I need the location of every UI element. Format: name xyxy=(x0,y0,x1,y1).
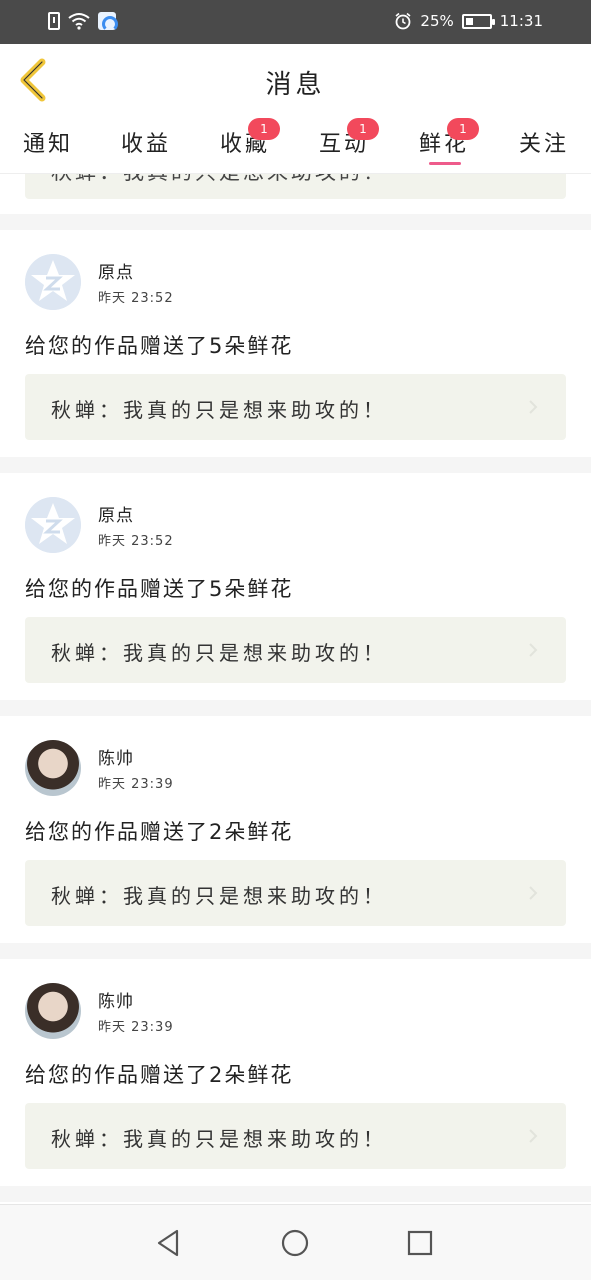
status-right: 25% 11:31 xyxy=(394,12,543,30)
chevron-right-icon xyxy=(529,886,538,900)
tab-bar: 通知 收益 收藏 1 互动 1 鲜花 1 关注 xyxy=(0,116,591,174)
alarm-clock-icon xyxy=(395,12,411,30)
quoted-work[interactable]: 秋蝉：我真的只是想来助攻的！ xyxy=(25,617,566,683)
timestamp: 昨天 23:52 xyxy=(98,291,174,306)
divider xyxy=(0,457,591,473)
quoted-work[interactable]: 秋蝉：我真的只是想来助攻的！ xyxy=(25,374,566,440)
photo-avatar[interactable] xyxy=(25,740,81,796)
timestamp: 昨天 23:52 xyxy=(98,534,174,549)
quoted-text: 秋蝉：我真的只是想来助攻的！ xyxy=(51,398,387,422)
timestamp: 昨天 23:39 xyxy=(98,777,174,792)
unread-badge: 1 xyxy=(248,118,280,140)
timestamp: 昨天 23:39 xyxy=(98,1020,174,1035)
status-bar: 25% 11:31 xyxy=(0,0,591,44)
system-nav-bar xyxy=(0,1204,591,1280)
divider xyxy=(0,700,591,716)
nav-back-icon[interactable] xyxy=(153,1227,185,1259)
sender-name[interactable]: 陈帅 xyxy=(98,987,134,1012)
partial-quote-box[interactable]: 秋蝉：我真的只是想来助攻的！ xyxy=(25,174,566,199)
message-text: 给您的作品赠送了5朵鲜花 xyxy=(25,334,294,358)
sender-name[interactable]: 原点 xyxy=(98,501,134,526)
tab-earnings[interactable]: 收益 xyxy=(111,126,181,174)
default-avatar[interactable] xyxy=(25,254,81,310)
flower-message-card[interactable]: 陈帅 昨天 23:39 给您的作品赠送了2朵鲜花 秋蝉：我真的只是想来助攻的！ xyxy=(0,716,591,943)
tab-label: 关注 xyxy=(518,132,569,157)
message-text: 给您的作品赠送了2朵鲜花 xyxy=(25,820,294,844)
chevron-right-icon xyxy=(529,643,538,657)
header: 消息 xyxy=(0,44,591,116)
sender-name[interactable]: 陈帅 xyxy=(98,744,134,769)
flower-message-card[interactable]: 原点 昨天 23:52 给您的作品赠送了5朵鲜花 秋蝉：我真的只是想来助攻的！ xyxy=(0,473,591,700)
star-avatar-icon xyxy=(25,497,81,553)
chevron-right-icon xyxy=(529,1129,538,1143)
unread-badge: 1 xyxy=(347,118,379,140)
tab-follows[interactable]: 关注 xyxy=(509,126,579,174)
star-avatar-icon xyxy=(25,254,81,310)
tab-label: 收益 xyxy=(120,132,171,157)
tab-label: 通知 xyxy=(22,132,73,157)
flower-message-card[interactable]: 陈帅 昨天 23:39 给您的作品赠送了2朵鲜花 秋蝉：我真的只是想来助攻的！ xyxy=(0,959,591,1186)
message-list[interactable]: 秋蝉：我真的只是想来助攻的！ 原点 昨天 23:52 给您的作品赠送了5朵鲜花 … xyxy=(0,174,591,1204)
status-left xyxy=(48,12,118,32)
nav-home-icon[interactable] xyxy=(279,1227,311,1259)
nav-recents-icon[interactable] xyxy=(404,1227,436,1259)
quoted-text: 秋蝉：我真的只是想来助攻的！ xyxy=(51,641,387,665)
partial-quote-text: 秋蝉：我真的只是想来助攻的！ xyxy=(51,174,387,186)
chevron-right-icon xyxy=(529,400,538,414)
tab-notifications[interactable]: 通知 xyxy=(13,126,83,174)
battery-icon xyxy=(461,13,495,29)
flower-message-card[interactable]: 原点 昨天 23:52 给您的作品赠送了5朵鲜花 秋蝉：我真的只是想来助攻的！ xyxy=(0,230,591,457)
default-avatar[interactable] xyxy=(25,497,81,553)
battery-percent: 25% xyxy=(420,12,454,30)
unread-badge: 1 xyxy=(447,118,479,140)
sim-card-icon xyxy=(48,12,60,30)
message-text: 给您的作品赠送了2朵鲜花 xyxy=(25,1063,294,1087)
quoted-work[interactable]: 秋蝉：我真的只是想来助攻的！ xyxy=(25,1103,566,1169)
sender-name[interactable]: 原点 xyxy=(98,258,134,283)
divider xyxy=(0,214,591,230)
wifi-icon xyxy=(68,13,90,30)
tab-interactions[interactable]: 互动 1 xyxy=(309,118,379,174)
clock-time: 11:31 xyxy=(499,12,543,30)
quoted-text: 秋蝉：我真的只是想来助攻的！ xyxy=(51,884,387,908)
page-title: 消息 xyxy=(265,70,326,100)
message-text: 给您的作品赠送了5朵鲜花 xyxy=(25,577,294,601)
divider xyxy=(0,943,591,959)
divider xyxy=(0,1186,591,1202)
tab-favorites[interactable]: 收藏 1 xyxy=(210,118,280,174)
quoted-work[interactable]: 秋蝉：我真的只是想来助攻的！ xyxy=(25,860,566,926)
quoted-text: 秋蝉：我真的只是想来助攻的！ xyxy=(51,1127,387,1151)
photo-avatar[interactable] xyxy=(25,983,81,1039)
app-notification-icon xyxy=(98,12,118,32)
active-tab-indicator xyxy=(429,162,461,165)
tab-flowers[interactable]: 鲜花 1 xyxy=(409,118,479,174)
